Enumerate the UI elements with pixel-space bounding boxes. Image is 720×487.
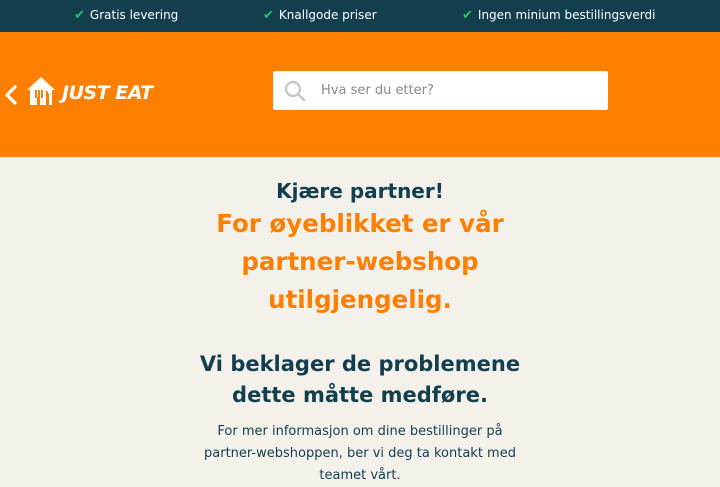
search-bar[interactable] bbox=[273, 71, 608, 110]
usp-label: Ingen minium bestillingsverdi bbox=[477, 8, 656, 22]
house-logo-icon bbox=[27, 77, 55, 105]
search-input[interactable] bbox=[321, 79, 591, 101]
check-icon: ✔ bbox=[74, 7, 85, 23]
usp-item: ✔ Ingen minium bestillingsverdi bbox=[462, 8, 655, 22]
just-eat-logo[interactable]: JUST EAT bbox=[24, 74, 153, 108]
info-text: For mer informasjon om dine bestillinger… bbox=[204, 424, 516, 483]
search-icon bbox=[284, 80, 306, 102]
logo-text: JUST EAT bbox=[62, 82, 153, 104]
usp-label: Gratis levering bbox=[89, 8, 179, 22]
apology-heading: Vi beklager de problemene dette måtte me… bbox=[199, 352, 521, 407]
usp-item: ✔ Gratis levering bbox=[74, 8, 178, 22]
usp-bar: ✔ Gratis levering ✔ Knallgode priser ✔ I… bbox=[0, 0, 720, 32]
usp-label: Knallgode priser bbox=[278, 8, 377, 22]
maintenance-message: Kjære partner! For øyeblikket er vår par… bbox=[0, 157, 720, 483]
check-icon: ✔ bbox=[263, 7, 274, 23]
greeting-heading: Kjære partner! bbox=[276, 179, 444, 203]
chevron-left-icon[interactable] bbox=[4, 84, 18, 106]
check-icon: ✔ bbox=[462, 7, 473, 23]
usp-item: ✔ Knallgode priser bbox=[263, 8, 377, 22]
site-header: JUST EAT bbox=[0, 32, 720, 157]
unavailable-headline: For øyeblikket er vår partner-webshop ut… bbox=[216, 209, 504, 314]
